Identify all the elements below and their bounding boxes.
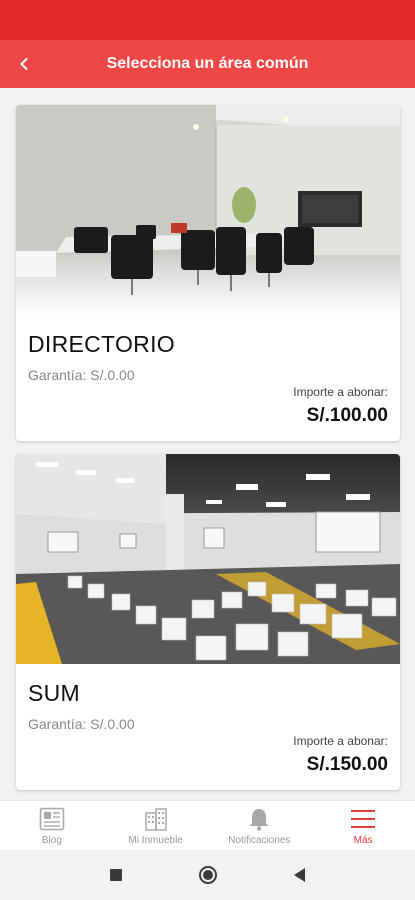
nav-item-mi-inmueble[interactable]: Mi Inmueble	[104, 801, 208, 850]
auditorium-photo	[16, 454, 400, 664]
nav-label: Más	[353, 835, 373, 846]
area-guarantee: Garantía: S/.0.00	[28, 716, 135, 732]
amount-label: Importe a abonar:	[293, 734, 388, 748]
newspaper-icon	[38, 806, 66, 832]
bell-icon	[245, 806, 273, 832]
area-card-sum[interactable]: SUM Garantía: S/.0.00 Importe a abonar: …	[16, 454, 400, 790]
nav-label: Blog	[41, 835, 62, 846]
buildings-icon	[142, 806, 170, 832]
nav-label: Notificaciones	[228, 835, 291, 846]
bottom-nav: Blog Mi Inmueble Notificaciones Más	[0, 800, 415, 850]
chevron-left-icon	[20, 58, 28, 70]
area-amount: S/.150.00	[306, 754, 388, 775]
square-icon	[109, 869, 122, 881]
circle-icon	[198, 866, 217, 884]
nav-label: Mi Inmueble	[128, 835, 183, 846]
status-bar	[0, 0, 415, 40]
meeting-room-photo	[16, 105, 400, 315]
area-list[interactable]: DIRECTORIO Garantía: S/.0.00 Importe a a…	[0, 88, 415, 800]
area-card-directorio[interactable]: DIRECTORIO Garantía: S/.0.00 Importe a a…	[16, 105, 400, 441]
nav-item-mas[interactable]: Más	[311, 801, 415, 850]
back-nav-button[interactable]	[288, 863, 312, 887]
area-name: SUM	[28, 680, 81, 706]
amount-label: Importe a abonar:	[293, 385, 388, 399]
app-bar: Selecciona un área común	[0, 40, 415, 88]
area-guarantee: Garantía: S/.0.00	[28, 367, 135, 383]
area-name: DIRECTORIO	[28, 331, 175, 357]
home-button[interactable]	[196, 863, 220, 887]
system-nav-bar	[0, 850, 415, 900]
page-title: Selecciona un área común	[106, 55, 309, 72]
nav-item-notificaciones[interactable]: Notificaciones	[208, 801, 312, 850]
recents-button[interactable]	[104, 863, 128, 887]
area-amount: S/.100.00	[306, 405, 388, 426]
menu-icon	[349, 806, 377, 832]
nav-item-blog[interactable]: Blog	[0, 801, 104, 850]
triangle-left-icon	[293, 868, 305, 882]
back-button[interactable]	[8, 48, 40, 80]
